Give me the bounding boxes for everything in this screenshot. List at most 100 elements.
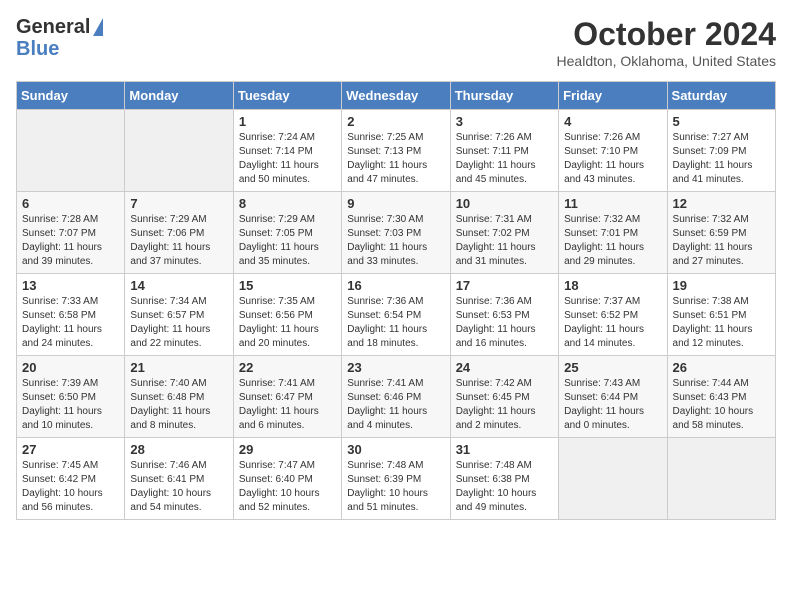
calendar-cell (559, 438, 667, 520)
calendar-cell: 25 Sunrise: 7:43 AM Sunset: 6:44 PM Dayli… (559, 356, 667, 438)
calendar-cell: 19Sunrise: 7:38 AM Sunset: 6:51 PM Dayli… (667, 274, 775, 356)
day-info: Sunrise: 7:41 AM Sunset: 6:47 PM Dayligh… (239, 377, 336, 433)
day-info: Sunrise: 7:43 AM Sunset: 6:44 PM Dayligh… (564, 377, 661, 433)
day-number: 12 (673, 196, 770, 211)
day-number: 29 (239, 442, 336, 457)
day-info: Sunrise: 7:37 AM Sunset: 6:52 PM Dayligh… (564, 295, 661, 351)
calendar-cell: 26 Sunrise: 7:44 AM Sunset: 6:43 PM Dayli… (667, 356, 775, 438)
day-number: 3 (456, 114, 553, 129)
calendar-header-row: SundayMondayTuesdayWednesdayThursdayFrid… (17, 82, 776, 110)
calendar-cell: 27 Sunrise: 7:45 AM Sunset: 6:42 PM Dayli… (17, 438, 125, 520)
day-info: Sunrise: 7:38 AM Sunset: 6:51 PM Dayligh… (673, 295, 770, 351)
calendar-cell: 30 Sunrise: 7:48 AM Sunset: 6:39 PM Dayli… (342, 438, 450, 520)
day-number: 27 (22, 442, 119, 457)
day-info: Sunrise: 7:42 AM Sunset: 6:45 PM Dayligh… (456, 377, 553, 433)
day-info: Sunrise: 7:29 AM Sunset: 7:06 PM Dayligh… (130, 213, 227, 269)
calendar-cell: 15 Sunrise: 7:35 AM Sunset: 6:56 PM Dayli… (233, 274, 341, 356)
logo: General Blue (16, 16, 103, 60)
calendar-cell: 3 Sunrise: 7:26 AM Sunset: 7:11 PM Daylig… (450, 110, 558, 192)
calendar-cell: 1 Sunrise: 7:24 AM Sunset: 7:14 PM Daylig… (233, 110, 341, 192)
day-info: Sunrise: 7:40 AM Sunset: 6:48 PM Dayligh… (130, 377, 227, 433)
day-info: Sunrise: 7:35 AM Sunset: 6:56 PM Dayligh… (239, 295, 336, 351)
day-info: Sunrise: 7:33 AM Sunset: 6:58 PM Dayligh… (22, 295, 119, 351)
day-info: Sunrise: 7:26 AM Sunset: 7:10 PM Dayligh… (564, 131, 661, 187)
day-number: 30 (347, 442, 444, 457)
day-number: 21 (130, 360, 227, 375)
weekday-header: Tuesday (233, 82, 341, 110)
calendar-week-row: 20Sunrise: 7:39 AM Sunset: 6:50 PM Dayli… (17, 356, 776, 438)
weekday-header: Friday (559, 82, 667, 110)
day-info: Sunrise: 7:47 AM Sunset: 6:40 PM Dayligh… (239, 459, 336, 515)
calendar-cell: 21 Sunrise: 7:40 AM Sunset: 6:48 PM Dayli… (125, 356, 233, 438)
day-info: Sunrise: 7:26 AM Sunset: 7:11 PM Dayligh… (456, 131, 553, 187)
day-info: Sunrise: 7:29 AM Sunset: 7:05 PM Dayligh… (239, 213, 336, 269)
day-number: 14 (130, 278, 227, 293)
day-number: 9 (347, 196, 444, 211)
calendar-cell: 10 Sunrise: 7:31 AM Sunset: 7:02 PM Dayli… (450, 192, 558, 274)
day-info: Sunrise: 7:24 AM Sunset: 7:14 PM Dayligh… (239, 131, 336, 187)
day-number: 11 (564, 196, 661, 211)
weekday-header: Wednesday (342, 82, 450, 110)
day-info: Sunrise: 7:25 AM Sunset: 7:13 PM Dayligh… (347, 131, 444, 187)
day-number: 8 (239, 196, 336, 211)
day-info: Sunrise: 7:41 AM Sunset: 6:46 PM Dayligh… (347, 377, 444, 433)
calendar-cell: 24 Sunrise: 7:42 AM Sunset: 6:45 PM Dayli… (450, 356, 558, 438)
day-info: Sunrise: 7:36 AM Sunset: 6:53 PM Dayligh… (456, 295, 553, 351)
calendar-cell: 17 Sunrise: 7:36 AM Sunset: 6:53 PM Dayli… (450, 274, 558, 356)
logo-general-text: General (16, 16, 90, 38)
weekday-header: Monday (125, 82, 233, 110)
calendar-week-row: 1 Sunrise: 7:24 AM Sunset: 7:14 PM Daylig… (17, 110, 776, 192)
calendar-cell: 14 Sunrise: 7:34 AM Sunset: 6:57 PM Dayli… (125, 274, 233, 356)
calendar-cell: 12Sunrise: 7:32 AM Sunset: 6:59 PM Dayli… (667, 192, 775, 274)
day-number: 15 (239, 278, 336, 293)
calendar-cell (17, 110, 125, 192)
day-number: 2 (347, 114, 444, 129)
day-info: Sunrise: 7:48 AM Sunset: 6:39 PM Dayligh… (347, 459, 444, 515)
calendar-cell: 2 Sunrise: 7:25 AM Sunset: 7:13 PM Daylig… (342, 110, 450, 192)
day-number: 24 (456, 360, 553, 375)
day-info: Sunrise: 7:46 AM Sunset: 6:41 PM Dayligh… (130, 459, 227, 515)
calendar-table: SundayMondayTuesdayWednesdayThursdayFrid… (16, 81, 776, 520)
calendar-week-row: 6Sunrise: 7:28 AM Sunset: 7:07 PM Daylig… (17, 192, 776, 274)
calendar-cell: 6Sunrise: 7:28 AM Sunset: 7:07 PM Daylig… (17, 192, 125, 274)
day-number: 18 (564, 278, 661, 293)
day-info: Sunrise: 7:45 AM Sunset: 6:42 PM Dayligh… (22, 459, 119, 515)
calendar-cell: 22 Sunrise: 7:41 AM Sunset: 6:47 PM Dayli… (233, 356, 341, 438)
day-info: Sunrise: 7:31 AM Sunset: 7:02 PM Dayligh… (456, 213, 553, 269)
calendar-cell: 28 Sunrise: 7:46 AM Sunset: 6:41 PM Dayli… (125, 438, 233, 520)
day-info: Sunrise: 7:36 AM Sunset: 6:54 PM Dayligh… (347, 295, 444, 351)
calendar-week-row: 27 Sunrise: 7:45 AM Sunset: 6:42 PM Dayli… (17, 438, 776, 520)
day-info: Sunrise: 7:28 AM Sunset: 7:07 PM Dayligh… (22, 213, 119, 269)
logo-blue-text: Blue (16, 38, 59, 60)
day-info: Sunrise: 7:44 AM Sunset: 6:43 PM Dayligh… (673, 377, 770, 433)
page-title: October 2024 (557, 16, 776, 53)
day-number: 25 (564, 360, 661, 375)
day-number: 17 (456, 278, 553, 293)
calendar-cell: 4 Sunrise: 7:26 AM Sunset: 7:10 PM Daylig… (559, 110, 667, 192)
day-number: 20 (22, 360, 119, 375)
calendar-cell: 18 Sunrise: 7:37 AM Sunset: 6:52 PM Dayli… (559, 274, 667, 356)
day-number: 22 (239, 360, 336, 375)
day-number: 31 (456, 442, 553, 457)
calendar-cell: 23 Sunrise: 7:41 AM Sunset: 6:46 PM Dayli… (342, 356, 450, 438)
day-info: Sunrise: 7:34 AM Sunset: 6:57 PM Dayligh… (130, 295, 227, 351)
title-block: October 2024 Healdton, Oklahoma, United … (557, 16, 776, 69)
calendar-cell: 9 Sunrise: 7:30 AM Sunset: 7:03 PM Daylig… (342, 192, 450, 274)
calendar-cell: 11 Sunrise: 7:32 AM Sunset: 7:01 PM Dayli… (559, 192, 667, 274)
day-number: 16 (347, 278, 444, 293)
day-number: 10 (456, 196, 553, 211)
calendar-cell (125, 110, 233, 192)
calendar-cell: 16 Sunrise: 7:36 AM Sunset: 6:54 PM Dayli… (342, 274, 450, 356)
calendar-cell: 31Sunrise: 7:48 AM Sunset: 6:38 PM Dayli… (450, 438, 558, 520)
day-number: 4 (564, 114, 661, 129)
calendar-cell: 13Sunrise: 7:33 AM Sunset: 6:58 PM Dayli… (17, 274, 125, 356)
day-number: 1 (239, 114, 336, 129)
day-info: Sunrise: 7:32 AM Sunset: 7:01 PM Dayligh… (564, 213, 661, 269)
day-number: 26 (673, 360, 770, 375)
day-number: 23 (347, 360, 444, 375)
calendar-cell: 29 Sunrise: 7:47 AM Sunset: 6:40 PM Dayli… (233, 438, 341, 520)
day-number: 28 (130, 442, 227, 457)
calendar-cell: 20Sunrise: 7:39 AM Sunset: 6:50 PM Dayli… (17, 356, 125, 438)
day-info: Sunrise: 7:30 AM Sunset: 7:03 PM Dayligh… (347, 213, 444, 269)
day-number: 5 (673, 114, 770, 129)
